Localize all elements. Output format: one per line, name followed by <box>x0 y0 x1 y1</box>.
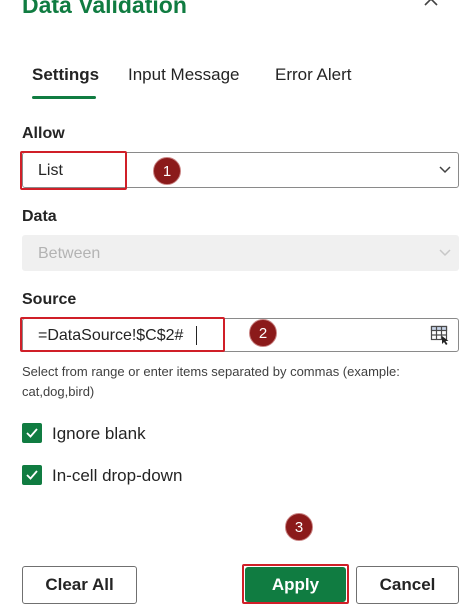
apply-button[interactable]: Apply <box>245 567 346 602</box>
data-dropdown: Between <box>22 235 459 271</box>
data-dropdown-value: Between <box>38 245 101 262</box>
source-highlight-box <box>20 317 225 352</box>
in-cell-dropdown-checkbox[interactable] <box>22 465 42 485</box>
source-hint: Select from range or enter items separat… <box>22 364 400 399</box>
step-marker-3: 3 <box>285 513 313 541</box>
chevron-down-icon <box>439 249 451 257</box>
data-label: Data <box>22 208 57 225</box>
checkmark-icon <box>26 428 38 438</box>
source-label: Source <box>22 291 77 308</box>
step-marker-2: 2 <box>249 319 277 347</box>
ignore-blank-checkbox[interactable] <box>22 423 42 443</box>
clear-all-button[interactable]: Clear All <box>22 566 137 604</box>
step-marker-1: 1 <box>153 157 181 185</box>
cancel-button[interactable]: Cancel <box>356 566 459 604</box>
tab-settings[interactable]: Settings <box>32 64 99 86</box>
ignore-blank-label: Ignore blank <box>52 424 146 443</box>
allow-label: Allow <box>22 125 65 142</box>
range-picker-icon[interactable] <box>430 325 450 345</box>
in-cell-dropdown-label: In-cell drop-down <box>52 466 183 485</box>
active-tab-indicator <box>32 96 96 99</box>
close-icon[interactable] <box>422 0 440 8</box>
checkmark-icon <box>26 470 38 480</box>
tab-error-alert[interactable]: Error Alert <box>275 64 352 86</box>
dialog-title: Data Validation <box>22 0 187 18</box>
tab-input-message[interactable]: Input Message <box>128 64 240 86</box>
chevron-down-icon <box>439 166 451 174</box>
allow-highlight-box <box>20 151 127 190</box>
